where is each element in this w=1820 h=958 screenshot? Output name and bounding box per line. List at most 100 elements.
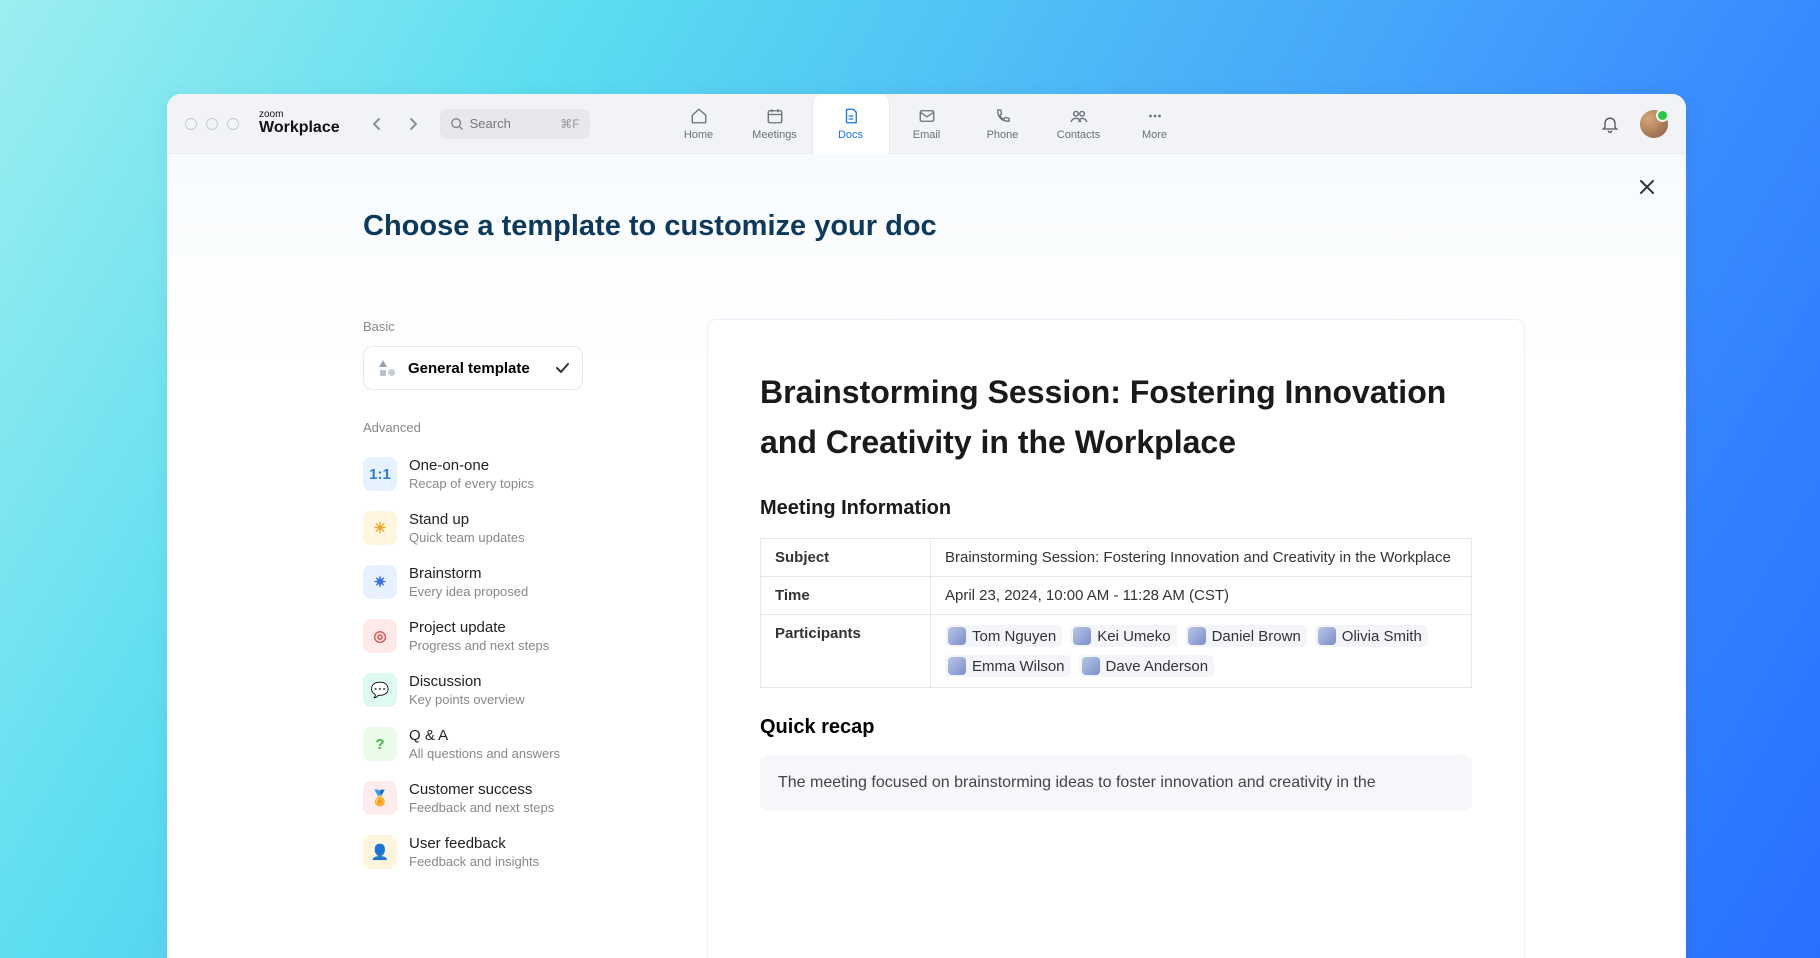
app-window: zoom Workplace Search ⌘F Home (167, 94, 1686, 958)
search-input[interactable]: Search ⌘F (440, 109, 590, 139)
brand-sub: Workplace (259, 120, 340, 137)
participant-chip[interactable]: Olivia Smith (1315, 625, 1428, 647)
template-subtitle: Key points overview (409, 692, 525, 707)
participant-chip[interactable]: Dave Anderson (1079, 655, 1215, 677)
template-text: User feedback Feedback and insights (409, 835, 539, 869)
doc-title: Brainstorming Session: Fostering Innovat… (760, 368, 1472, 467)
template-icon: 💬 (363, 673, 397, 707)
template-subtitle: Progress and next steps (409, 638, 549, 653)
participant-name: Tom Nguyen (972, 628, 1056, 645)
participant-avatar (1318, 627, 1336, 645)
traffic-maximize[interactable] (227, 118, 239, 130)
contacts-icon (1069, 107, 1089, 125)
template-text: Project update Progress and next steps (409, 619, 549, 653)
nav-back-button[interactable] (370, 117, 384, 131)
template-icon: ✷ (363, 565, 397, 599)
template-brainstorm[interactable]: ✷ BrainstormEvery idea proposed (363, 555, 623, 609)
document-preview: Brainstorming Session: Fostering Innovat… (707, 319, 1525, 958)
user-avatar[interactable] (1640, 110, 1668, 138)
doc-section-info: Meeting Information (760, 497, 1472, 520)
advanced-list: Advanced 1:1 One-on-oneRecap of every top… (363, 420, 623, 879)
template-icon: ◎ (363, 619, 397, 653)
nav-more[interactable]: More (1117, 94, 1193, 154)
participant-chip[interactable]: Daniel Brown (1185, 625, 1307, 647)
recap-text: The meeting focused on brainstorming ide… (760, 755, 1472, 811)
titlebar-right (1600, 110, 1668, 138)
template-stand-up[interactable]: ☀ Stand upQuick team updates (363, 501, 623, 555)
notifications-button[interactable] (1600, 114, 1620, 134)
quick-recap-section: Quick recap The meeting focused on brain… (760, 716, 1472, 811)
cell-participants-val: Tom Nguyen Kei Umeko Daniel Brown Olivia Sm… (931, 615, 1472, 688)
template-title: Q & A (409, 727, 560, 744)
nav-label: Phone (987, 129, 1019, 141)
nav-home[interactable]: Home (661, 94, 737, 154)
nav-docs[interactable]: Docs (813, 94, 889, 154)
template-one-on-one[interactable]: 1:1 One-on-oneRecap of every topics (363, 447, 623, 501)
nav-forward-button[interactable] (406, 117, 420, 131)
participant-avatar (948, 627, 966, 645)
template-title: Discussion (409, 673, 525, 690)
traffic-minimize[interactable] (206, 118, 218, 130)
nav-label: More (1142, 129, 1167, 141)
participant-avatar (1188, 627, 1206, 645)
nav-contacts[interactable]: Contacts (1041, 94, 1117, 154)
participant-chip[interactable]: Emma Wilson (945, 655, 1071, 677)
template-general[interactable]: General template (363, 346, 583, 390)
titlebar: zoom Workplace Search ⌘F Home (167, 94, 1686, 154)
template-text: Customer successFeedback and next steps (409, 781, 554, 815)
nav-label: Email (913, 129, 941, 141)
template-subtitle: Quick team updates (409, 530, 525, 545)
participant-name: Dave Anderson (1106, 658, 1209, 675)
nav-email[interactable]: Email (889, 94, 965, 154)
top-nav: Home Meetings Docs Email Phone Contacts (661, 94, 1193, 154)
docs-icon (842, 107, 860, 125)
search-shortcut: ⌘F (560, 117, 579, 131)
cell-subject-key: Subject (761, 539, 931, 577)
participant-chip[interactable]: Tom Nguyen (945, 625, 1062, 647)
table-row: Subject Brainstorming Session: Fostering… (761, 539, 1472, 577)
template-subtitle: Every idea proposed (409, 584, 528, 599)
template-text: One-on-oneRecap of every topics (409, 457, 534, 491)
template-title: Project update (409, 619, 549, 636)
template-title: One-on-one (409, 457, 534, 474)
participant-avatar (1073, 627, 1091, 645)
check-icon (554, 360, 570, 376)
table-row: Participants Tom NguyenKei UmekoDaniel B… (761, 615, 1472, 688)
shapes-icon (376, 357, 398, 379)
page-title: Choose a template to customize your doc (363, 210, 937, 243)
brand: zoom Workplace (259, 110, 340, 137)
content-area: Choose a template to customize your doc … (167, 154, 1686, 958)
participant-name: Kei Umeko (1097, 628, 1170, 645)
traffic-close[interactable] (185, 118, 197, 130)
nav-label: Docs (838, 129, 863, 141)
cell-subject-val: Brainstorming Session: Fostering Innovat… (931, 539, 1472, 577)
template-icon: ☀ (363, 511, 397, 545)
template-text: Stand upQuick team updates (409, 511, 525, 545)
template-title: User feedback (409, 835, 539, 852)
email-icon (918, 107, 936, 125)
chevron-right-icon (408, 117, 418, 131)
nav-phone[interactable]: Phone (965, 94, 1041, 154)
calendar-icon (766, 107, 784, 125)
template-sidebar: Basic General template Advanced 1:1 One-o… (363, 319, 623, 879)
template-user-feedback[interactable]: 👤User feedbackFeedback and insights (363, 825, 623, 879)
participant-avatar (1082, 657, 1100, 675)
template-customer-success[interactable]: 🏅Customer successFeedback and next steps (363, 771, 623, 825)
section-basic-label: Basic (363, 319, 623, 334)
template-icon: 1:1 (363, 457, 397, 491)
nav-label: Home (684, 129, 713, 141)
nav-meetings[interactable]: Meetings (737, 94, 813, 154)
section-advanced-label: Advanced (363, 420, 623, 435)
template-text: Q & AAll questions and answers (409, 727, 560, 761)
template-subtitle: Feedback and insights (409, 854, 539, 869)
template-discussion[interactable]: 💬 Discussion Key points overview (363, 663, 623, 717)
close-button[interactable] (1638, 178, 1656, 196)
template-q-a[interactable]: ? Q & AAll questions and answers (363, 717, 623, 771)
participant-chip[interactable]: Kei Umeko (1070, 625, 1176, 647)
template-text: BrainstormEvery idea proposed (409, 565, 528, 599)
traffic-lights (185, 118, 239, 130)
more-icon (1146, 107, 1164, 125)
template-icon: ? (363, 727, 397, 761)
template-project-update[interactable]: ◎ Project update Progress and next steps (363, 609, 623, 663)
history-nav (370, 117, 420, 131)
